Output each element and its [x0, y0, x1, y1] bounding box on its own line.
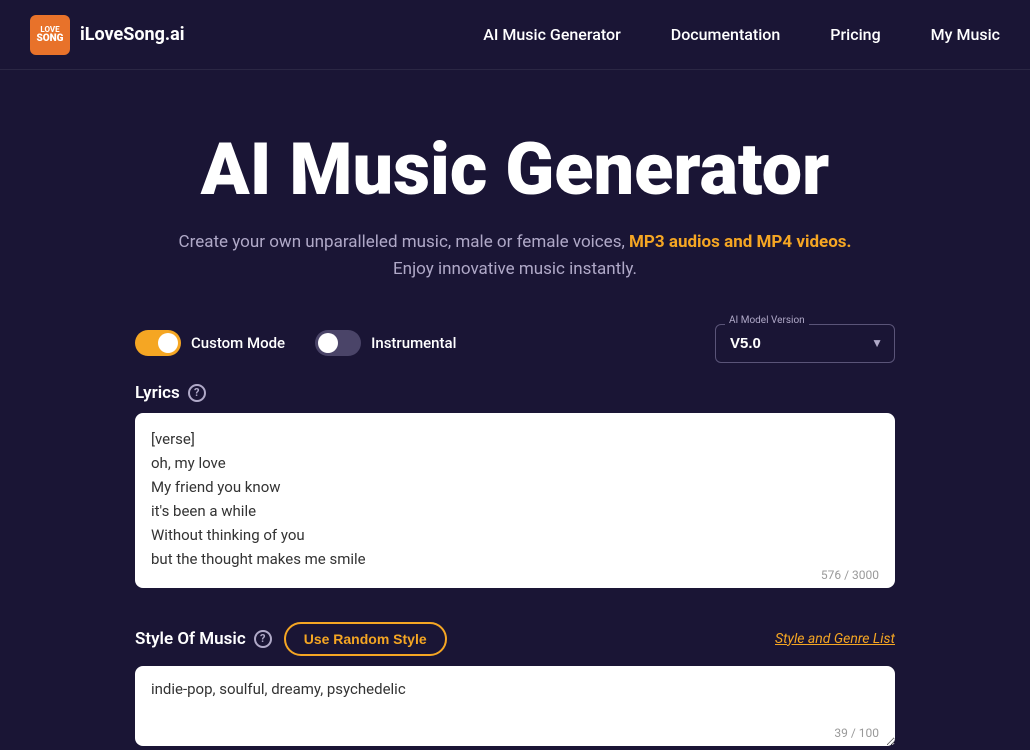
style-char-count: 39 / 100: [834, 726, 879, 740]
hero-subtitle: Create your own unparalleled music, male…: [20, 229, 1010, 283]
lyrics-char-count: 576 / 3000: [817, 568, 879, 582]
style-help-icon[interactable]: ?: [254, 630, 272, 648]
nav-links: AI Music Generator Documentation Pricing…: [483, 25, 1000, 44]
custom-mode-label: Custom Mode: [191, 334, 285, 352]
model-version-select[interactable]: V5.0 V4.0 V3.0: [715, 324, 895, 363]
logo-text: iLoveSong.ai: [80, 24, 184, 45]
lyrics-textarea[interactable]: [verse] oh, my love My friend you know i…: [135, 413, 895, 588]
instrumental-knob: [318, 333, 338, 353]
style-left: Style Of Music ? Use Random Style: [135, 622, 447, 656]
style-section-label: Style Of Music ?: [135, 629, 272, 649]
model-select-container: AI Model Version V5.0 V4.0 V3.0 ▼: [715, 324, 895, 363]
nav-ai-music-generator[interactable]: AI Music Generator: [483, 25, 620, 44]
custom-mode-group: Custom Mode: [135, 330, 285, 356]
lyrics-wrapper: [verse] oh, my love My friend you know i…: [135, 413, 895, 592]
hero-section: AI Music Generator Create your own unpar…: [0, 70, 1030, 324]
genre-list-link[interactable]: Style and Genre List: [775, 631, 895, 647]
nav-pricing[interactable]: Pricing: [830, 25, 880, 44]
lyrics-help-icon[interactable]: ?: [188, 384, 206, 402]
lyrics-section-label: Lyrics ?: [135, 383, 895, 403]
navigation: LOVE SONG iLoveSong.ai AI Music Generato…: [0, 0, 1030, 70]
main-content: Custom Mode Instrumental AI Model Versio…: [115, 324, 915, 750]
hero-subtitle-highlight: MP3 audios and MP4 videos.: [629, 232, 851, 252]
hero-subtitle-part1: Create your own unparalleled music, male…: [179, 232, 625, 252]
instrumental-group: Instrumental: [315, 330, 456, 356]
style-row: Style Of Music ? Use Random Style Style …: [135, 622, 895, 656]
controls-row: Custom Mode Instrumental AI Model Versio…: [135, 324, 895, 363]
logo[interactable]: LOVE SONG iLoveSong.ai: [30, 15, 184, 55]
style-wrapper: indie-pop, soulful, dreamy, psychedelic …: [135, 666, 895, 750]
hero-subtitle-part2: Enjoy innovative music instantly.: [393, 259, 637, 279]
random-style-button[interactable]: Use Random Style: [284, 622, 447, 656]
instrumental-toggle[interactable]: [315, 330, 361, 356]
style-label: Style Of Music: [135, 629, 246, 649]
instrumental-label: Instrumental: [371, 334, 456, 352]
logo-icon: LOVE SONG: [30, 15, 70, 55]
custom-mode-toggle[interactable]: [135, 330, 181, 356]
hero-title: AI Music Generator: [20, 130, 1010, 209]
model-version-label: AI Model Version: [725, 315, 809, 326]
nav-my-music[interactable]: My Music: [931, 25, 1000, 44]
style-input[interactable]: indie-pop, soulful, dreamy, psychedelic: [135, 666, 895, 746]
logo-song: SONG: [36, 34, 63, 44]
nav-documentation[interactable]: Documentation: [671, 25, 781, 44]
custom-mode-knob: [158, 333, 178, 353]
model-select-wrapper: V5.0 V4.0 V3.0 ▼: [715, 324, 895, 363]
lyrics-label: Lyrics: [135, 383, 180, 403]
